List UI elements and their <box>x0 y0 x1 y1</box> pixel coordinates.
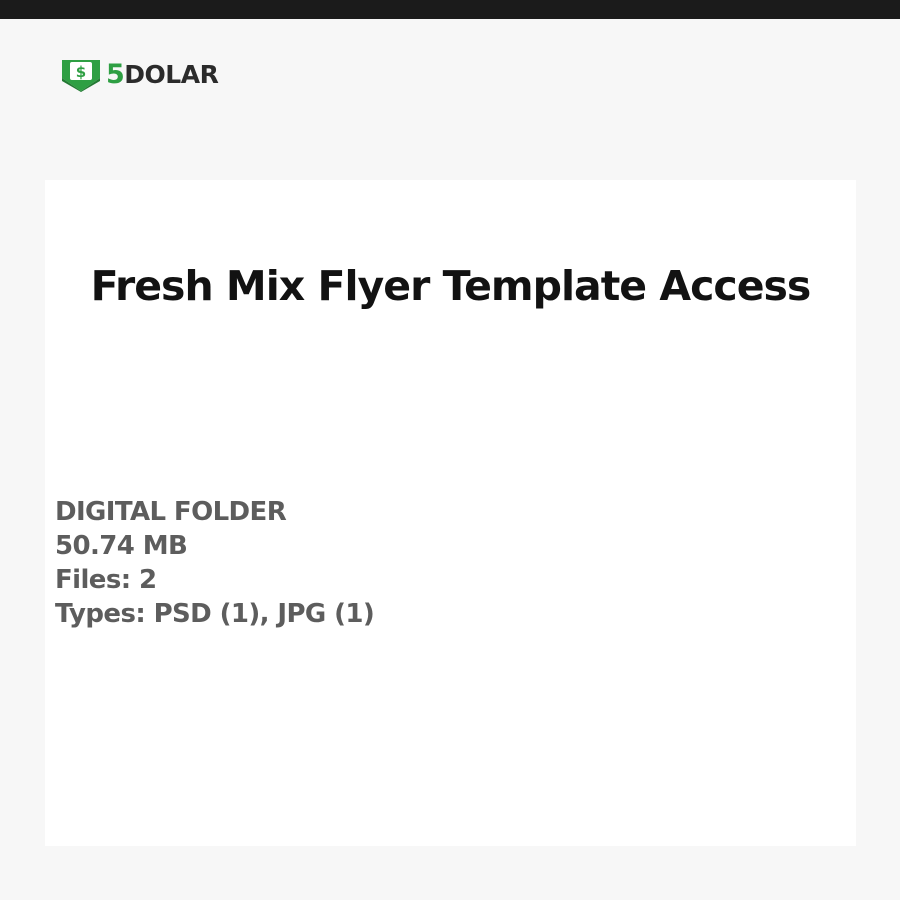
folder-size: 50.74 MB <box>55 531 188 561</box>
folder-label: DIGITAL FOLDER <box>55 497 287 527</box>
top-bar <box>0 0 900 19</box>
logo-wordmark: 5 DOLAR <box>106 58 219 92</box>
logo-five: 5 <box>106 59 125 90</box>
product-meta: DIGITAL FOLDER 50.74 MB Files: 2 Types: … <box>55 495 375 631</box>
file-types: Types: PSD (1), JPG (1) <box>55 599 375 629</box>
site-logo[interactable]: $ 5 DOLAR <box>60 58 219 92</box>
dollar-download-badge-icon: $ <box>62 60 100 92</box>
product-card: Fresh Mix Flyer Template Access DIGITAL … <box>45 180 856 846</box>
file-count: Files: 2 <box>55 565 157 595</box>
product-title: Fresh Mix Flyer Template Access <box>90 262 812 310</box>
badge-dollar-symbol: $ <box>76 63 86 81</box>
logo-text: DOLAR <box>124 60 219 89</box>
